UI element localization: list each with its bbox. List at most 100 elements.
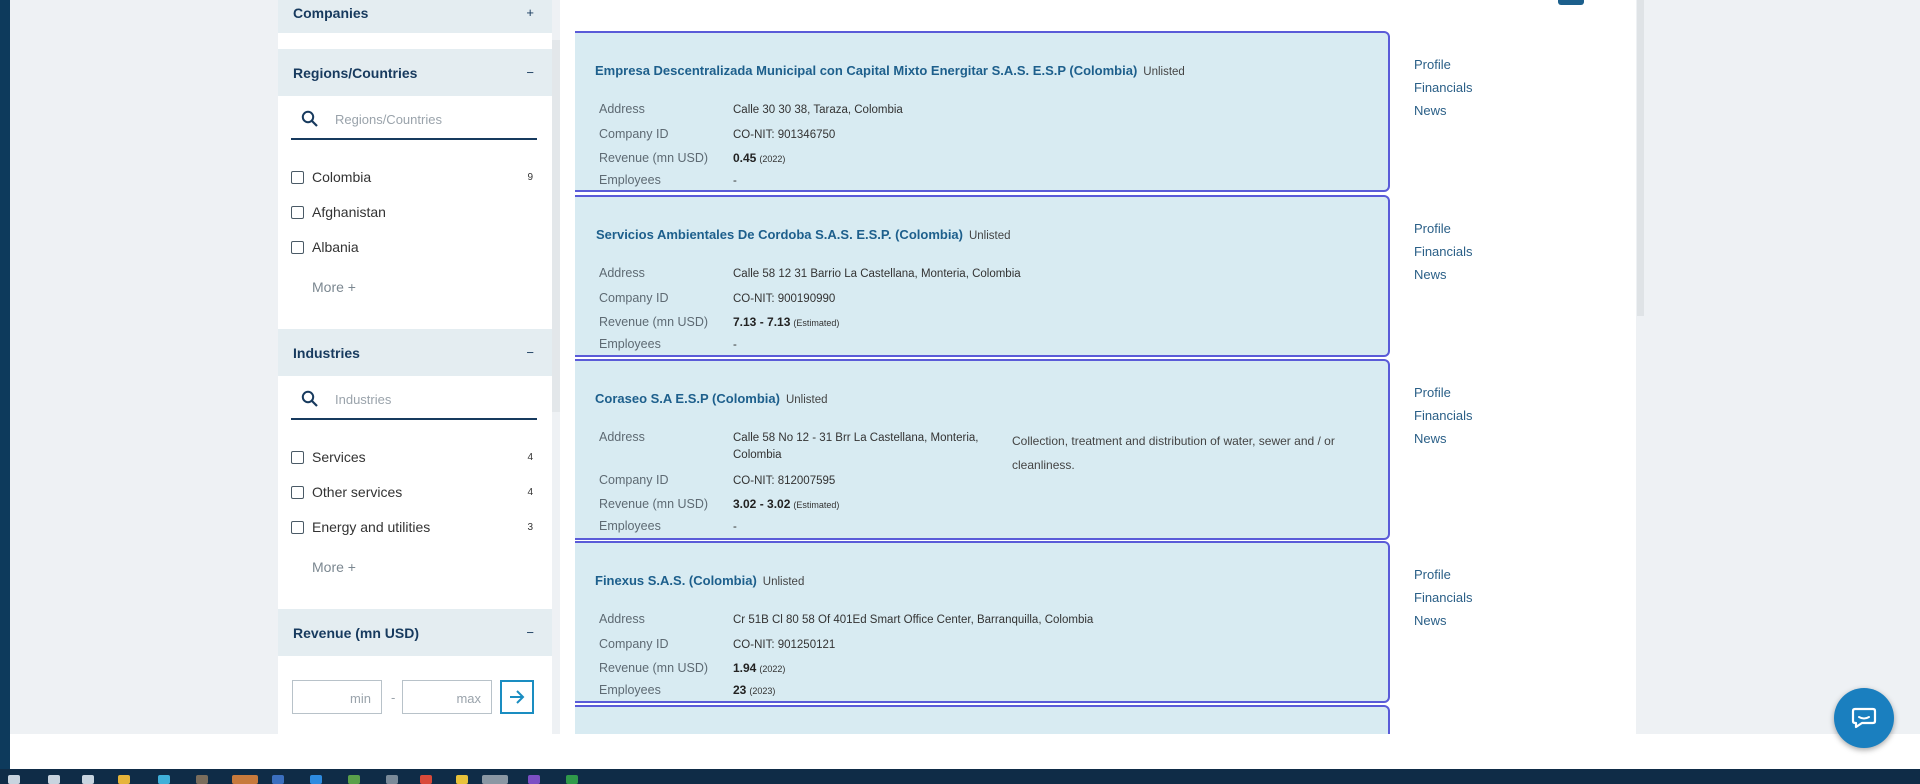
financials-link[interactable]: Financials (1414, 240, 1473, 263)
listing-status: Unlisted (785, 394, 828, 406)
expand-icon[interactable]: + (526, 5, 534, 20)
result-card[interactable]: Finexus S.A.S. (Colombia) Unlisted Addre… (575, 541, 1390, 703)
checkbox[interactable] (291, 485, 304, 499)
profile-link[interactable]: Profile (1414, 563, 1473, 586)
profile-link[interactable]: Profile (1414, 217, 1473, 240)
revenue-min-input[interactable]: min (292, 680, 382, 714)
financials-link[interactable]: Financials (1414, 404, 1473, 427)
app-icon[interactable] (386, 775, 398, 784)
search-icon[interactable] (48, 775, 60, 784)
edge-icon[interactable] (158, 775, 170, 784)
app-icon[interactable] (348, 775, 360, 784)
region-option-colombia[interactable]: Colombia 9 (291, 167, 537, 187)
financials-link[interactable]: Financials (1414, 76, 1473, 99)
result-title: Empresa Descentralizada Municipal con Ca… (595, 63, 1185, 78)
financials-link[interactable]: Financials (1414, 586, 1473, 609)
revenue-note: (2022) (759, 664, 786, 674)
industries-more-link[interactable]: More + (312, 559, 356, 575)
company-name-link[interactable]: Servicios Ambientales De Cordoba S.A.S. … (596, 227, 963, 242)
description-line: cleanliness. (1012, 458, 1075, 472)
collapse-icon[interactable]: − (526, 625, 534, 640)
windows-start-icon[interactable] (8, 775, 20, 784)
active-app-icon[interactable] (482, 775, 508, 784)
company-id-label: Company ID (599, 291, 669, 305)
collapse-icon[interactable]: − (526, 65, 534, 80)
employees-label: Employees (599, 683, 661, 697)
region-option-label: Albania (312, 239, 359, 255)
result-links: Profile Financials News (1414, 53, 1473, 122)
revenue-note: (Estimated) (793, 318, 840, 328)
revenue-note: (2022) (759, 154, 786, 164)
employees-label: Employees (599, 173, 661, 187)
regions-filter-header[interactable]: Regions/Countries − (278, 49, 552, 96)
app-icon[interactable] (272, 775, 284, 784)
company-name-link[interactable]: Finexus S.A.S. (Colombia) (595, 573, 757, 588)
profile-link[interactable]: Profile (1414, 53, 1473, 76)
revenue-value: 3.02 - 3.02 (Estimated) (733, 497, 839, 511)
revenue-filter-header[interactable]: Revenue (mn USD) − (278, 609, 552, 656)
checkbox[interactable] (291, 170, 304, 184)
industry-option-label: Energy and utilities (312, 519, 431, 535)
search-icon (301, 390, 318, 407)
region-option-count: 9 (527, 171, 533, 183)
collapse-icon[interactable]: − (526, 345, 534, 360)
sidebar-scrollbar-thumb[interactable] (552, 40, 560, 412)
task-view-icon[interactable] (82, 775, 94, 784)
region-option-afghanistan[interactable]: Afghanistan (291, 202, 537, 222)
filter-sidebar: Companies + Regions/Countries − Colombia… (278, 0, 552, 734)
revenue-value: 7.13 - 7.13 (Estimated) (733, 315, 839, 329)
employees-count: 23 (733, 683, 747, 697)
revenue-amount: 0.45 (733, 151, 757, 165)
industries-search[interactable] (291, 380, 537, 420)
chrome-icon[interactable] (310, 775, 322, 784)
address-label: Address (599, 266, 645, 280)
range-separator: - (391, 690, 396, 705)
industries-search-input[interactable] (333, 390, 527, 408)
news-link[interactable]: News (1414, 609, 1473, 632)
checkbox[interactable] (291, 520, 304, 534)
industries-filter-header[interactable]: Industries − (278, 329, 552, 376)
industry-option-count: 4 (527, 451, 533, 463)
industry-option-services[interactable]: Services 4 (291, 447, 537, 467)
revenue-max-input[interactable]: max (402, 680, 492, 714)
app-icon[interactable] (420, 775, 432, 784)
app-icon[interactable] (196, 775, 208, 784)
app-icon[interactable] (456, 775, 468, 784)
companies-filter-header[interactable]: Companies + (278, 0, 552, 33)
result-card[interactable] (575, 705, 1390, 734)
scroll-top-button[interactable] (1558, 0, 1584, 5)
result-card[interactable]: Servicios Ambientales De Cordoba S.A.S. … (575, 195, 1390, 357)
apply-range-button[interactable] (500, 680, 534, 714)
company-name-link[interactable]: Empresa Descentralizada Municipal con Ca… (595, 63, 1137, 78)
regions-search-input[interactable] (333, 110, 527, 128)
region-option-label: Colombia (312, 169, 372, 185)
region-option-albania[interactable]: Albania (291, 237, 537, 257)
os-taskbar (0, 769, 1920, 784)
checkbox[interactable] (291, 240, 304, 254)
left-gutter (10, 0, 278, 734)
active-app-icon[interactable] (232, 775, 258, 784)
checkbox[interactable] (291, 205, 304, 219)
news-link[interactable]: News (1414, 263, 1473, 286)
industry-option-count: 4 (527, 486, 533, 498)
result-card[interactable]: Empresa Descentralizada Municipal con Ca… (575, 31, 1390, 192)
news-link[interactable]: News (1414, 427, 1473, 450)
app-icon[interactable] (528, 775, 540, 784)
industry-option-energy[interactable]: Energy and utilities 3 (291, 517, 537, 537)
employees-value: 23 (2023) (733, 683, 775, 697)
company-name-link[interactable]: Coraseo S.A E.S.P (Colombia) (595, 391, 780, 406)
regions-more-link[interactable]: More + (312, 279, 356, 295)
industry-option-other-services[interactable]: Other services 4 (291, 482, 537, 502)
regions-search[interactable] (291, 100, 537, 140)
employees-label: Employees (599, 519, 661, 533)
profile-link[interactable]: Profile (1414, 381, 1473, 404)
chat-button[interactable] (1834, 688, 1894, 748)
result-card[interactable]: Coraseo S.A E.S.P (Colombia) Unlisted Ad… (575, 359, 1390, 540)
excel-icon[interactable] (566, 775, 578, 784)
address-label: Address (599, 102, 645, 116)
file-explorer-icon[interactable] (118, 775, 130, 784)
main-scrollbar-thumb[interactable] (1637, 0, 1644, 316)
news-link[interactable]: News (1414, 99, 1473, 122)
revenue-amount: 7.13 - 7.13 (733, 315, 791, 329)
checkbox[interactable] (291, 450, 304, 464)
